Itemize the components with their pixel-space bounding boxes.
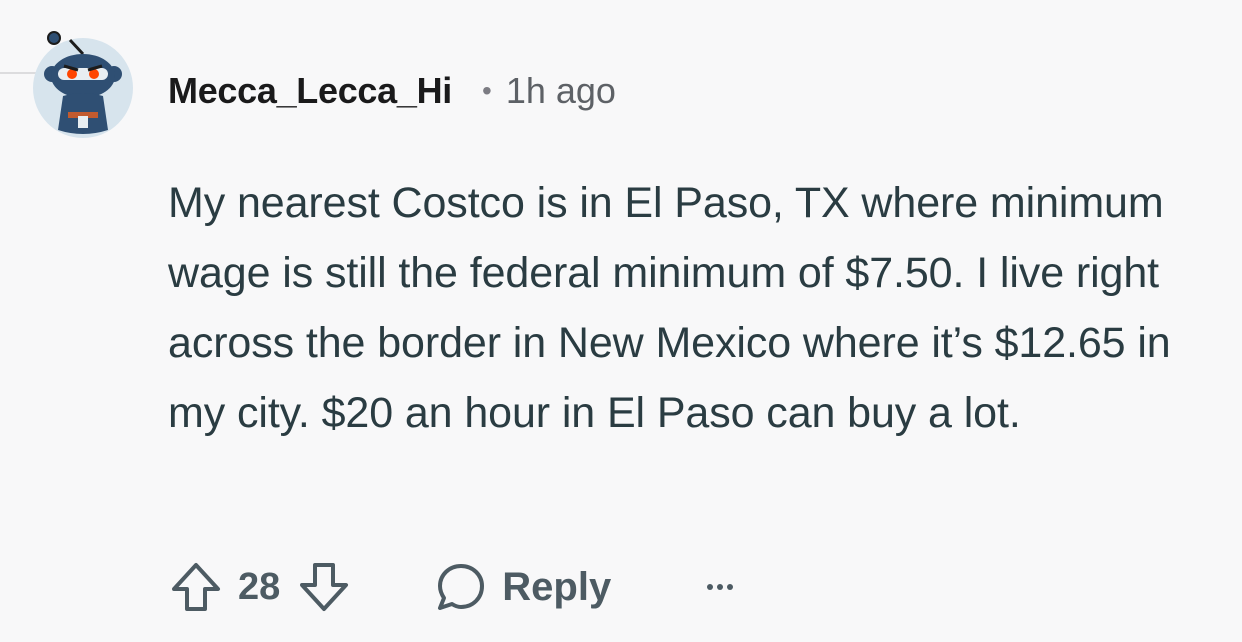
timestamp[interactable]: 1h ago	[506, 70, 616, 112]
snoo-avatar-icon	[33, 31, 133, 138]
speech-bubble-icon	[438, 564, 485, 610]
reply-label: Reply	[502, 564, 612, 609]
more-options-button[interactable]	[707, 584, 734, 590]
comment-body: My nearest Costco is in El Paso, TX wher…	[168, 179, 1171, 437]
arrow-down-icon	[300, 563, 349, 611]
upvote-button[interactable]	[168, 559, 224, 615]
meta-separator: •	[482, 75, 492, 106]
comment-header: Mecca_Lecca_Hi • 1h ago	[168, 68, 616, 114]
username-link[interactable]: Mecca_Lecca_Hi	[168, 70, 452, 112]
reply-button[interactable]: Reply	[434, 560, 611, 614]
ellipsis-dot	[707, 584, 714, 590]
vote-count: 28	[238, 565, 281, 608]
arrow-up-icon	[172, 563, 220, 611]
user-avatar[interactable]	[30, 26, 136, 138]
ellipsis-dot	[717, 584, 724, 590]
comment-actions: 28 Reply	[168, 556, 734, 618]
downvote-button[interactable]	[296, 559, 352, 615]
ellipsis-dot	[727, 584, 734, 590]
